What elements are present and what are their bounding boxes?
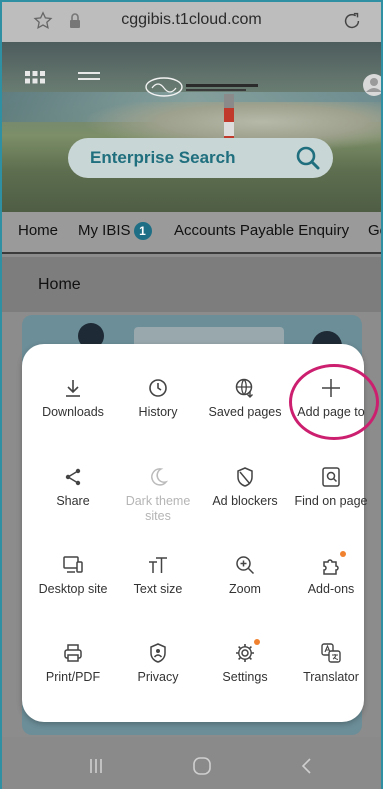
menu-item-dark-theme-sites[interactable]: Dark theme sites — [115, 466, 201, 524]
url-text[interactable]: cggibis.t1cloud.com — [2, 11, 381, 29]
menu-item-text-size[interactable]: Text size — [115, 554, 201, 597]
menu-item-share[interactable]: Share — [30, 466, 116, 509]
tab-overflow[interactable]: Ge — [368, 222, 381, 239]
notification-dot — [340, 551, 346, 557]
zoom-icon — [236, 556, 255, 575]
enterprise-search-bar[interactable]: Enterprise Search — [68, 138, 333, 178]
menu-item-saved-pages[interactable]: Saved pages — [202, 377, 288, 420]
menu-item-find-on-page[interactable]: Find on page — [288, 466, 374, 509]
tab-accounts-payable-enquiry[interactable]: Accounts Payable Enquiry — [174, 222, 349, 239]
hamburger-menu-icon[interactable] — [78, 70, 100, 88]
reload-icon[interactable] — [341, 10, 363, 32]
tab-home[interactable]: Home — [18, 222, 58, 239]
system-nav-bar — [2, 737, 381, 789]
url-bar: cggibis.t1cloud.com — [2, 2, 381, 42]
menu-item-zoom[interactable]: Zoom — [202, 554, 288, 597]
gear-icon — [236, 644, 254, 662]
module-tabs: Home My IBIS 1 Accounts Payable Enquiry G… — [2, 212, 381, 254]
menu-item-settings[interactable]: Settings — [202, 639, 288, 685]
recents-icon[interactable] — [88, 757, 104, 775]
search-icon[interactable] — [295, 145, 321, 171]
gear-icon-wrap — [234, 639, 260, 664]
shield-icon — [237, 467, 253, 487]
menu-item-ad-blockers[interactable]: Ad blockers — [202, 466, 288, 509]
puzzle-icon-wrap — [320, 551, 346, 576]
browser-frame: cggibis.t1cloud.com Enterprise Search Ho… — [0, 0, 383, 789]
home-icon[interactable] — [192, 757, 212, 775]
share-icon — [65, 468, 81, 486]
puzzle-icon — [323, 559, 339, 575]
translate-icon — [321, 643, 341, 663]
council-logo — [145, 77, 258, 97]
privacy-icon — [150, 643, 166, 663]
find-icon — [322, 467, 340, 487]
moon-icon — [151, 468, 169, 486]
page-title: Home — [38, 276, 81, 293]
notification-dot — [254, 639, 260, 645]
menu-item-history[interactable]: History — [115, 377, 201, 420]
menu-item-desktop-site[interactable]: Desktop site — [30, 554, 116, 597]
download-icon — [66, 380, 80, 397]
text-size-icon — [149, 557, 167, 573]
tab-my-ibis[interactable]: My IBIS 1 — [78, 222, 152, 240]
clock-icon — [149, 379, 167, 397]
menu-item-print-pdf[interactable]: Print/PDF — [30, 642, 116, 685]
highlight-circle — [289, 364, 379, 440]
back-icon[interactable] — [300, 757, 314, 775]
menu-item-privacy[interactable]: Privacy — [115, 642, 201, 685]
desktop-icon — [63, 556, 83, 573]
menu-item-translator[interactable]: Translator — [288, 642, 374, 685]
hero-banner: Enterprise Search — [2, 42, 381, 212]
menu-item-downloads[interactable]: Downloads — [30, 377, 116, 420]
apps-grid-icon[interactable] — [24, 70, 46, 92]
globe-save-icon — [235, 378, 253, 398]
menu-item-add-ons[interactable]: Add-ons — [288, 551, 374, 597]
printer-icon — [64, 644, 82, 662]
notification-badge: 1 — [133, 222, 152, 240]
search-label: Enterprise Search — [90, 148, 236, 167]
user-avatar-icon[interactable] — [361, 72, 381, 98]
